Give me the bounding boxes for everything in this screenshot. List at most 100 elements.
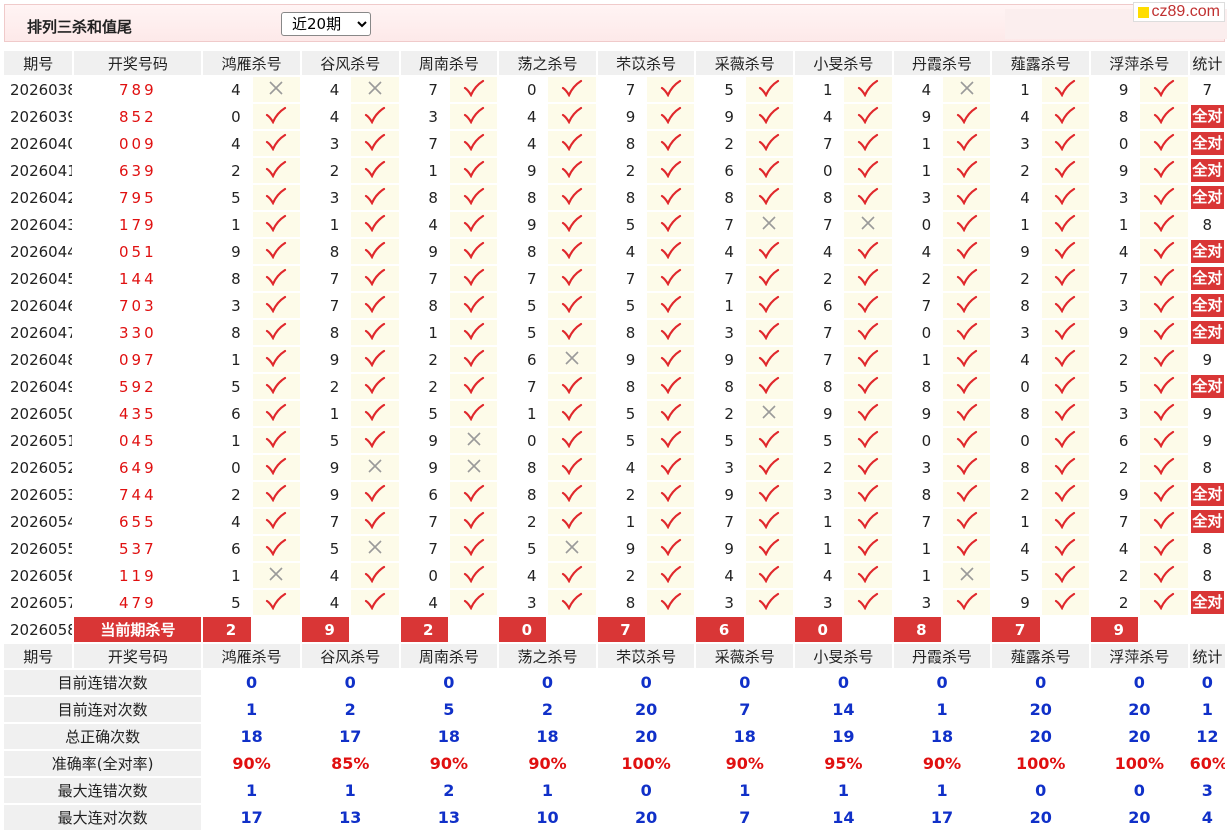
all-correct-badge: 全对 xyxy=(1190,591,1224,614)
hit-mark-cell xyxy=(546,156,598,185)
kill-number-cell: 0 xyxy=(398,561,450,590)
current-kill-spacer xyxy=(349,615,401,644)
kill-number-cell: 3 xyxy=(694,453,746,482)
summary-value: 20 xyxy=(1089,695,1190,724)
hit-mark-cell xyxy=(546,480,598,509)
site-logo[interactable]: cz89.com xyxy=(1132,2,1225,22)
hit-mark-cell xyxy=(743,75,796,104)
kill-number-cell: 1 xyxy=(398,156,450,185)
check-icon xyxy=(1153,457,1175,475)
draw-number-cell: 655 xyxy=(72,507,204,536)
check-icon xyxy=(562,187,583,205)
hit-mark-cell xyxy=(842,264,894,293)
kill-number-cell: 9 xyxy=(299,345,352,374)
kill-number-cell: 7 xyxy=(694,210,746,239)
current-kill-number: 2 xyxy=(201,615,253,644)
hit-mark-cell xyxy=(546,237,598,266)
stat-cell: 全对 xyxy=(1187,129,1228,158)
hit-mark-cell xyxy=(447,507,500,536)
all-correct-badge: 全对 xyxy=(1190,483,1224,506)
check-icon xyxy=(1055,322,1076,340)
check-icon xyxy=(1055,133,1076,151)
hit-mark-cell xyxy=(447,561,500,590)
kill-number-cell: 7 xyxy=(398,75,450,104)
hit-mark-cell xyxy=(349,399,401,428)
hit-mark-cell xyxy=(645,129,697,158)
check-icon xyxy=(1153,187,1175,205)
summary-value: 3 xyxy=(1187,776,1228,805)
check-icon xyxy=(956,511,977,529)
kill-number-cell: 7 xyxy=(398,264,450,293)
check-icon xyxy=(1055,79,1076,97)
table-row: 2026054 655 4 7 7 2 1 7 1 7 1 7 全对 xyxy=(1,507,1228,536)
current-kill-spacer xyxy=(941,615,993,644)
check-icon xyxy=(759,565,780,583)
check-icon xyxy=(364,403,385,421)
page-title: 排列三杀和值尾 xyxy=(27,18,133,36)
kill-number-cell: 8 xyxy=(694,183,746,212)
check-icon xyxy=(1153,403,1175,421)
kill-number-cell: 2 xyxy=(793,453,845,482)
kill-number-cell: 3 xyxy=(793,588,845,617)
hit-mark-cell xyxy=(447,399,500,428)
hit-mark-cell xyxy=(1138,426,1190,455)
stat-cell: 9 xyxy=(1187,426,1228,455)
hit-mark-cell xyxy=(447,534,500,563)
kill-number-cell: 3 xyxy=(201,291,253,320)
hit-mark-cell xyxy=(842,129,894,158)
period-cell: 2026052 xyxy=(1,453,75,482)
hit-mark-cell xyxy=(1138,480,1190,509)
column-header: 统计 xyxy=(1187,642,1228,670)
draw-number-cell: 852 xyxy=(72,102,204,131)
period-range-select[interactable]: 近20期 xyxy=(281,12,371,36)
stat-cell: 全对 xyxy=(1187,507,1228,536)
check-icon xyxy=(562,592,583,610)
kill-number-cell: 4 xyxy=(990,102,1042,131)
kill-number-cell: 3 xyxy=(497,588,549,617)
summary-value: 17 xyxy=(299,722,401,751)
column-header: 浮萍杀号 xyxy=(1089,642,1190,670)
hit-mark-cell xyxy=(1039,453,1092,482)
kill-number-cell: 2 xyxy=(201,156,253,185)
column-header: 鸿雁杀号 xyxy=(201,642,302,670)
hit-mark-cell xyxy=(842,453,894,482)
summary-value: 1 xyxy=(1187,695,1228,724)
hit-mark-cell xyxy=(349,507,401,536)
cross-icon xyxy=(466,431,481,446)
check-icon xyxy=(857,538,879,556)
check-icon xyxy=(1153,376,1175,394)
hit-mark-cell xyxy=(941,264,993,293)
hit-mark-cell xyxy=(250,183,302,212)
kill-number-cell: 6 xyxy=(201,399,253,428)
miss-mark-cell xyxy=(842,210,894,239)
check-icon xyxy=(463,349,484,367)
hit-mark-cell xyxy=(842,102,894,131)
summary-value: 20 xyxy=(1089,722,1190,751)
kill-number-cell: 5 xyxy=(1089,372,1141,401)
summary-value: 20 xyxy=(595,695,697,724)
stat-cell: 全对 xyxy=(1187,372,1228,401)
check-icon xyxy=(266,160,287,178)
all-correct-badge: 全对 xyxy=(1190,294,1224,317)
column-header: 薤露杀号 xyxy=(990,642,1092,670)
check-icon xyxy=(857,295,879,313)
kill-number-cell: 5 xyxy=(990,561,1042,590)
hit-mark-cell xyxy=(250,507,302,536)
kill-number-cell: 8 xyxy=(990,291,1042,320)
hit-mark-cell xyxy=(349,588,401,617)
check-icon xyxy=(463,403,484,421)
hit-mark-cell xyxy=(645,291,697,320)
hit-mark-cell xyxy=(250,102,302,131)
check-icon xyxy=(1055,349,1076,367)
period-cell: 2026041 xyxy=(1,156,75,185)
kill-number-cell: 0 xyxy=(990,372,1042,401)
hit-mark-cell xyxy=(250,318,302,347)
check-icon xyxy=(364,187,385,205)
check-icon xyxy=(1055,106,1076,124)
stat-cell: 全对 xyxy=(1187,237,1228,266)
check-icon xyxy=(364,133,385,151)
kill-number-cell: 0 xyxy=(1089,129,1141,158)
check-icon xyxy=(1055,511,1076,529)
cross-icon xyxy=(565,350,579,365)
kill-number-cell: 9 xyxy=(694,534,746,563)
